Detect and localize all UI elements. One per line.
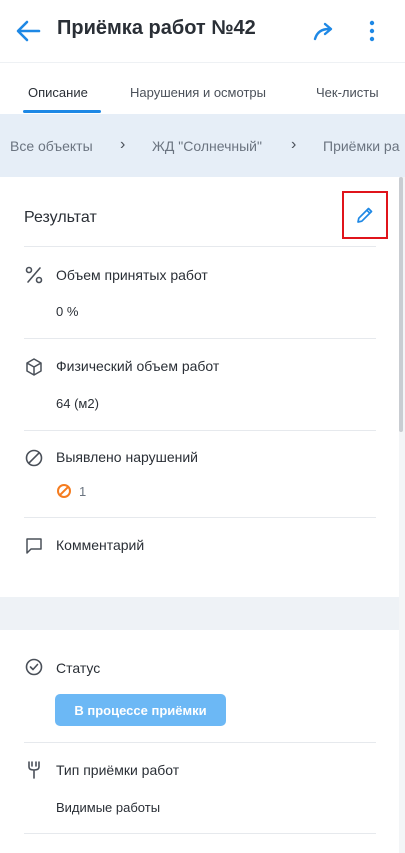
- active-tab-indicator: [23, 110, 101, 113]
- acceptance-type-label: Тип приёмки работ: [56, 762, 180, 778]
- percent-icon: [24, 265, 44, 285]
- violations-found-label: Выявлено нарушений: [56, 449, 198, 465]
- app-header: Приёмка работ №42: [0, 0, 405, 62]
- status-badge: В процессе приёмки: [55, 694, 226, 726]
- chevron-right-icon: ›: [120, 136, 126, 153]
- divider: [24, 338, 376, 339]
- violation-icon: [56, 483, 72, 499]
- back-arrow-icon[interactable]: [14, 18, 42, 44]
- tab-checklists[interactable]: Чек-листы: [316, 85, 379, 100]
- page-title: Приёмка работ №42: [57, 17, 256, 39]
- accepted-volume-label: Объем принятых работ: [56, 267, 208, 283]
- divider: [24, 833, 376, 834]
- blocked-icon: [24, 448, 44, 468]
- breadcrumb-all-objects[interactable]: Все объекты: [10, 138, 93, 154]
- breadcrumb: Все объекты › ЖД "Солнечный" › Приёмки р…: [0, 114, 405, 177]
- result-card: Результат Объем принятых работ 0 % Физич…: [0, 177, 399, 597]
- cube-icon: [24, 357, 44, 377]
- more-vertical-icon[interactable]: [360, 18, 384, 44]
- details-card: Статус В процессе приёмки Тип приёмки ра…: [0, 630, 399, 853]
- comment-icon: [24, 536, 44, 556]
- acceptance-type-value: Видимые работы: [56, 800, 161, 815]
- result-title: Результат: [24, 209, 97, 226]
- divider: [24, 517, 376, 518]
- physical-volume-label: Физический объем работ: [56, 358, 220, 374]
- tab-bar: Описание Нарушения и осмотры Чек-листы: [0, 62, 405, 114]
- status-label: Статус: [56, 660, 101, 676]
- tab-violations-inspections[interactable]: Нарушения и осмотры: [130, 85, 266, 100]
- chevron-right-icon: ›: [291, 136, 297, 153]
- breadcrumb-object[interactable]: ЖД "Солнечный": [152, 138, 262, 154]
- wrench-icon: [24, 760, 44, 780]
- divider: [24, 742, 376, 743]
- edit-button[interactable]: [342, 191, 388, 239]
- comment-label[interactable]: Комментарий: [56, 537, 144, 553]
- share-icon[interactable]: [311, 19, 337, 45]
- breadcrumb-acceptances[interactable]: Приёмки ра: [323, 138, 400, 154]
- accepted-volume-value: 0 %: [56, 304, 79, 319]
- pencil-icon: [357, 207, 373, 223]
- physical-volume-value: 64 (м2): [56, 396, 99, 411]
- scrollbar-thumb[interactable]: [399, 177, 403, 432]
- violations-count: 1: [79, 484, 87, 499]
- tab-description[interactable]: Описание: [28, 85, 88, 100]
- divider: [24, 430, 376, 431]
- divider: [24, 246, 376, 247]
- check-circle-icon: [24, 657, 44, 677]
